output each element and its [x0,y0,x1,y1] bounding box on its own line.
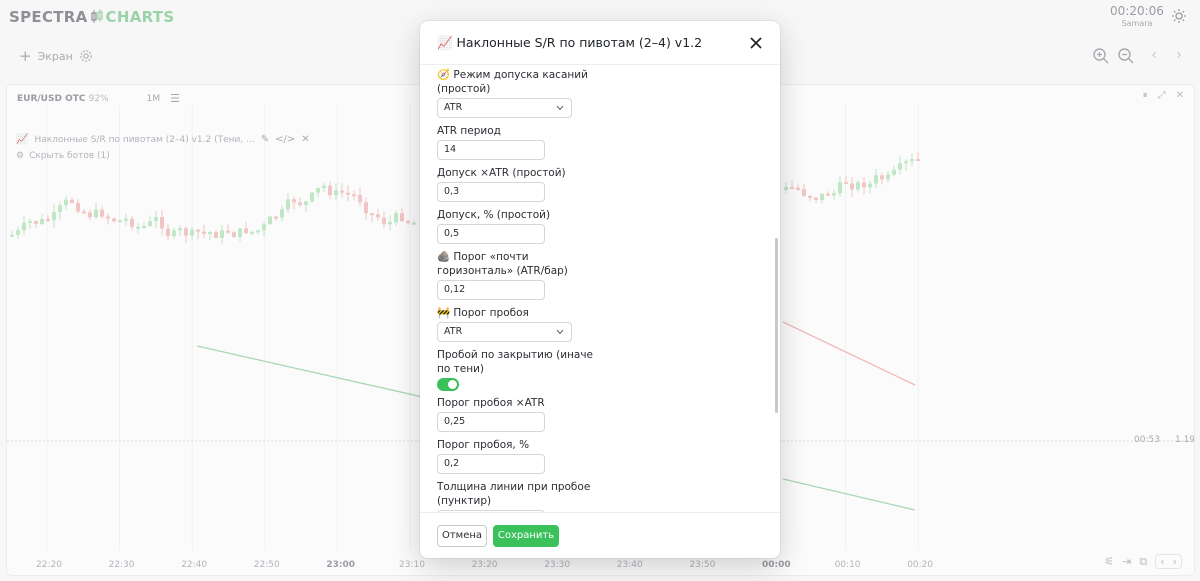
toggle-knob [448,380,457,389]
breakout-percent-label: Порог пробоя, % [437,439,530,451]
near-horizontal-input[interactable]: 0,12 [437,280,545,300]
breakout-atr-input[interactable]: 0,25 [437,412,545,432]
tolerance-atr-input[interactable]: 0,3 [437,182,545,202]
close-breakout-label: Пробой по закрытию (иначе по тени) [437,349,593,375]
near-horizontal-label: 🪨 Порог «почти горизонталь» (ATR/бар) [437,251,568,277]
dialog-footer: Отмена Сохранить [420,512,780,558]
breakout-line-width-label: Толщина линии при пробое (пунктир) [437,481,591,507]
chevron-down-icon [556,329,564,335]
indicator-settings-dialog: 📈 Наклонные S/R по пивотам (2–4) v1.2 🧭 … [420,21,780,558]
tolerance-percent-input[interactable]: 0,5 [437,224,545,244]
cancel-button[interactable]: Отмена [437,525,487,547]
breakout-threshold-select[interactable]: ATR [437,322,572,342]
chevron-down-icon [556,105,564,111]
breakout-threshold-label: 🚧 Порог пробоя [437,307,529,319]
tolerance-atr-label: Допуск ×ATR (простой) [437,167,566,179]
touch-mode-select[interactable]: ATR [437,98,572,118]
dialog-header: 📈 Наклонные S/R по пивотам (2–4) v1.2 [420,21,780,65]
atr-period-label: ATR период [437,125,501,137]
dialog-title: 📈 Наклонные S/R по пивотам (2–4) v1.2 [437,35,703,50]
close-breakout-toggle[interactable] [437,378,459,391]
atr-period-input[interactable]: 14 [437,140,545,160]
close-icon[interactable] [748,35,764,51]
touch-mode-label: 🧭 Режим допуска касаний (простой) [437,69,588,95]
dialog-scrollbar[interactable] [775,238,778,413]
tolerance-percent-label: Допуск, % (простой) [437,209,551,221]
breakout-percent-input[interactable]: 0,2 [437,454,545,474]
dialog-body[interactable]: 🧭 Режим допуска касаний (простой) ATR AT… [420,66,780,512]
breakout-atr-label: Порог пробоя ×ATR [437,397,545,409]
save-button[interactable]: Сохранить [493,525,559,547]
